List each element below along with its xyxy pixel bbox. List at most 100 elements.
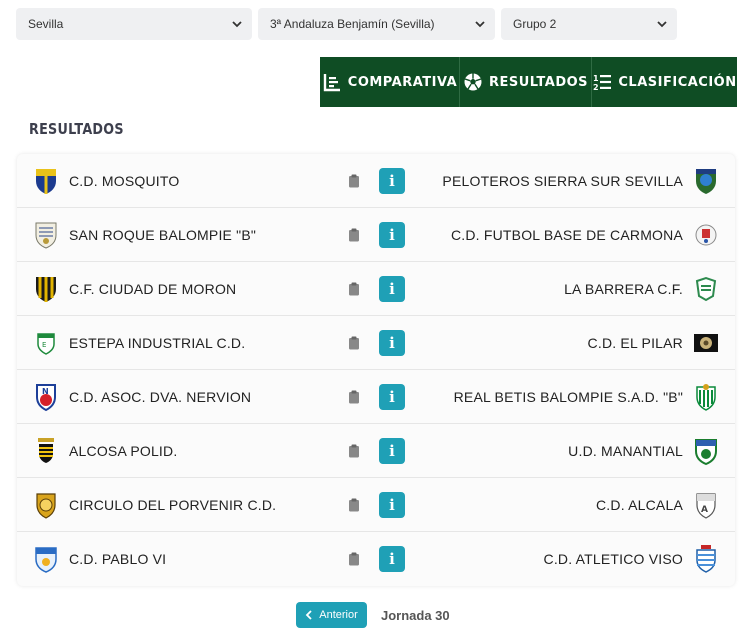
- comparativa-button[interactable]: Comparativa: [320, 57, 460, 107]
- home-team-name: ESTEPA INDUSTRIAL C.D.: [69, 334, 246, 351]
- away-team-name: U.D. MANANTIAL: [568, 442, 683, 459]
- section-nav: Comparativa Resultados 1 2 Clasificación: [320, 57, 737, 107]
- resultados-label: Resultados: [488, 74, 589, 90]
- province-select-value: Sevilla: [28, 17, 64, 31]
- info-button[interactable]: i: [379, 546, 405, 572]
- clipboard-icon[interactable]: [348, 552, 360, 566]
- away-team-name: PELOTEROS SIERRA SUR SEVILLA: [442, 172, 683, 189]
- chevron-down-icon: [657, 21, 667, 28]
- match-row: C.F. CIUDAD DE MORON i LA BARRERA C.F.: [17, 262, 735, 316]
- team-crest-icon: [33, 436, 59, 466]
- home-team-name: C.D. PABLO VI: [69, 551, 167, 567]
- home-team-name: CIRCULO DEL PORVENIR C.D.: [69, 496, 277, 513]
- away-team[interactable]: C.D. ATLETICO VISO: [544, 544, 719, 574]
- svg-text:2: 2: [593, 83, 599, 92]
- team-crest-icon: [693, 166, 719, 196]
- team-crest-icon: [693, 382, 719, 412]
- away-team[interactable]: C.D. ALCALA A: [596, 490, 719, 520]
- team-crest-icon: [33, 544, 59, 574]
- clipboard-icon[interactable]: [348, 390, 360, 404]
- svg-text:A: A: [701, 505, 708, 515]
- resultados-button[interactable]: Resultados: [460, 57, 592, 107]
- team-crest-icon: N: [33, 382, 59, 412]
- info-button[interactable]: i: [379, 167, 405, 194]
- jornada-label: Jornada 30: [381, 607, 450, 623]
- group-select-value: Grupo 2: [513, 17, 557, 31]
- home-team-name: C.D. MOSQUITO: [69, 172, 180, 189]
- svg-text:1: 1: [593, 74, 599, 83]
- clipboard-icon[interactable]: [348, 498, 360, 512]
- chevron-down-icon: [232, 21, 242, 28]
- home-team[interactable]: C.D. PABLO VI: [33, 544, 166, 574]
- previous-button-label: Anterior: [319, 609, 358, 621]
- svg-text:N: N: [42, 387, 49, 396]
- info-button[interactable]: i: [379, 221, 405, 248]
- home-team-name: ALCOSA POLID.: [69, 442, 178, 459]
- team-crest-icon: [33, 490, 59, 520]
- home-team[interactable]: N C.D. ASOC. DVA. NERVION: [33, 382, 251, 412]
- match-row: ALCOSA POLID. i U.D. MANANTIAL: [17, 424, 735, 478]
- team-crest-icon: [693, 220, 719, 250]
- home-team[interactable]: E ESTEPA INDUSTRIAL C.D.: [33, 328, 245, 358]
- ranking-list-icon: 1 2: [593, 74, 612, 92]
- matches-list: C.D. MOSQUITO i PELOTEROS SIERRA SUR SEV…: [17, 154, 735, 586]
- team-crest-icon: [693, 274, 719, 304]
- away-team[interactable]: C.D. FUTBOL BASE DE CARMONA: [451, 220, 719, 250]
- clipboard-icon[interactable]: [348, 174, 360, 188]
- pagination: Anterior Jornada 30: [296, 602, 450, 628]
- team-crest-icon: E: [33, 328, 59, 358]
- away-team-name: C.D. FUTBOL BASE DE CARMONA: [450, 226, 683, 243]
- home-team-name: C.D. ASOC. DVA. NERVION: [69, 388, 252, 405]
- away-team-name: LA BARRERA C.F.: [564, 280, 683, 297]
- away-team[interactable]: REAL BETIS BALOMPIE S.A.D. "B": [454, 382, 719, 412]
- match-row: E ESTEPA INDUSTRIAL C.D. i C.D. EL PILAR: [17, 316, 735, 370]
- previous-button[interactable]: Anterior: [296, 602, 367, 628]
- province-select[interactable]: Sevilla: [16, 8, 252, 40]
- away-team-name: C.D. ALCALA: [595, 496, 683, 513]
- away-team-name: REAL BETIS BALOMPIE S.A.D. "B": [453, 388, 683, 405]
- home-team-name: SAN ROQUE BALOMPIE "B": [69, 226, 257, 243]
- away-team[interactable]: LA BARRERA C.F.: [564, 274, 719, 304]
- home-team-name: C.F. CIUDAD DE MORON: [69, 280, 237, 297]
- chevron-left-icon: [305, 610, 312, 620]
- info-button[interactable]: i: [379, 437, 405, 464]
- away-team-name: C.D. ATLETICO VISO: [543, 551, 683, 567]
- info-button[interactable]: i: [379, 275, 405, 302]
- clipboard-icon[interactable]: [348, 444, 360, 458]
- section-title: Resultados: [29, 120, 124, 138]
- home-team[interactable]: SAN ROQUE BALOMPIE "B": [33, 220, 256, 250]
- info-button[interactable]: i: [379, 329, 405, 356]
- match-row: N C.D. ASOC. DVA. NERVION i REAL BETIS B…: [17, 370, 735, 424]
- clipboard-icon[interactable]: [348, 336, 360, 350]
- away-team[interactable]: C.D. EL PILAR: [588, 328, 719, 358]
- clipboard-icon[interactable]: [348, 282, 360, 296]
- home-team[interactable]: CIRCULO DEL PORVENIR C.D.: [33, 490, 276, 520]
- info-button[interactable]: i: [379, 383, 405, 410]
- competition-select[interactable]: 3ª Andaluza Benjamín (Sevilla): [258, 8, 495, 40]
- group-select[interactable]: Grupo 2: [501, 8, 677, 40]
- away-team[interactable]: PELOTEROS SIERRA SUR SEVILLA: [442, 166, 719, 196]
- soccer-ball-icon: [464, 73, 482, 91]
- team-crest-icon: [33, 274, 59, 304]
- info-button[interactable]: i: [379, 491, 405, 518]
- team-crest-icon: [33, 166, 59, 196]
- team-crest-icon: [33, 220, 59, 250]
- team-crest-icon: [693, 544, 719, 574]
- comparativa-label: Comparativa: [347, 74, 458, 90]
- svg-text:E: E: [42, 341, 46, 349]
- team-crest-icon: A: [693, 490, 719, 520]
- home-team[interactable]: C.F. CIUDAD DE MORON: [33, 274, 236, 304]
- away-team[interactable]: U.D. MANANTIAL: [568, 436, 719, 466]
- team-crest-icon: [693, 436, 719, 466]
- list-chart-icon: [323, 74, 340, 92]
- home-team[interactable]: C.D. MOSQUITO: [33, 166, 179, 196]
- chevron-down-icon: [475, 21, 485, 28]
- clasificacion-label: Clasificación: [618, 74, 737, 90]
- clipboard-icon[interactable]: [348, 228, 360, 242]
- competition-select-value: 3ª Andaluza Benjamín (Sevilla): [270, 17, 435, 31]
- match-row: C.D. PABLO VI i C.D. ATLETICO VISO: [17, 532, 735, 586]
- team-crest-icon: [693, 328, 719, 358]
- home-team[interactable]: ALCOSA POLID.: [33, 436, 177, 466]
- match-row: C.D. MOSQUITO i PELOTEROS SIERRA SUR SEV…: [17, 154, 735, 208]
- clasificacion-button[interactable]: 1 2 Clasificación: [592, 57, 737, 107]
